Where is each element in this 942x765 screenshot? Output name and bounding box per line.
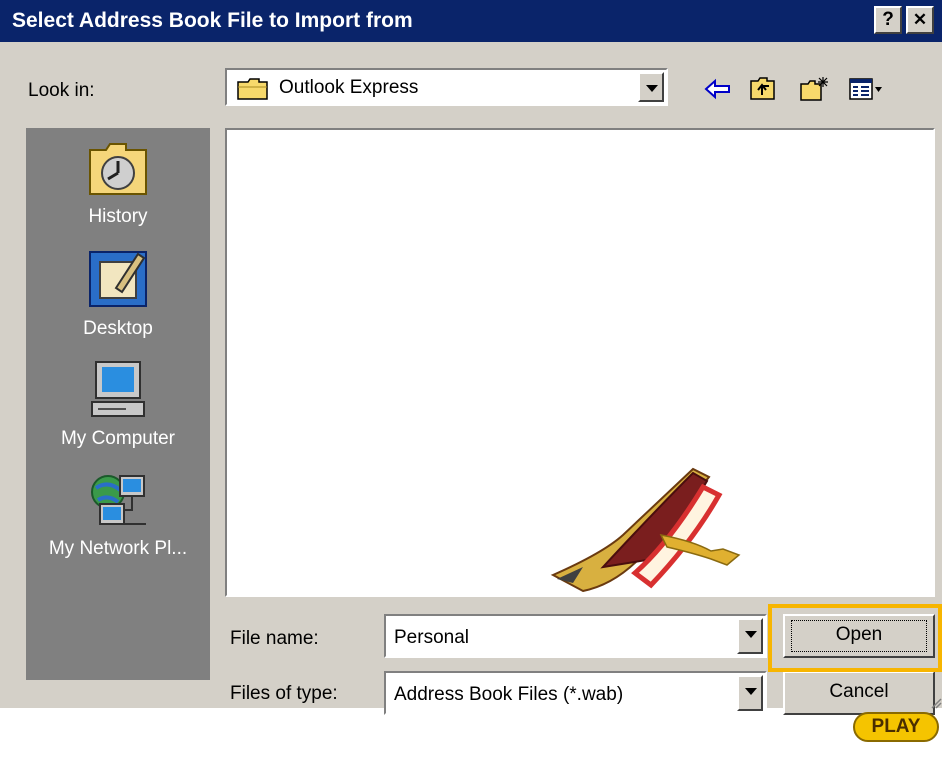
dialog-title: Select Address Book File to Import from bbox=[12, 9, 413, 32]
places-my-network[interactable]: My Network Pl... bbox=[26, 468, 210, 560]
look-in-dropdown-button[interactable] bbox=[638, 72, 664, 102]
view-menu-icon[interactable] bbox=[848, 76, 884, 107]
files-of-type-dropdown[interactable]: Address Book Files (*.wab) bbox=[384, 671, 767, 715]
places-bar: History Desktop My Computer My Network P… bbox=[26, 128, 210, 680]
file-list-area[interactable] bbox=[225, 128, 935, 597]
help-button[interactable]: ? bbox=[874, 6, 902, 34]
history-icon bbox=[26, 136, 210, 200]
close-button[interactable]: ✕ bbox=[906, 6, 934, 34]
places-my-computer[interactable]: My Computer bbox=[26, 358, 210, 450]
play-button[interactable]: PLAY bbox=[853, 712, 939, 742]
up-one-level-icon[interactable] bbox=[749, 76, 777, 107]
flying-folder-animation-icon bbox=[543, 463, 759, 604]
places-desktop-label: Desktop bbox=[83, 318, 153, 339]
back-arrow-icon[interactable] bbox=[704, 76, 732, 107]
my-computer-icon bbox=[26, 358, 210, 422]
create-new-folder-icon[interactable] bbox=[799, 76, 829, 107]
my-network-places-icon bbox=[26, 468, 210, 532]
files-of-type-dropdown-button[interactable] bbox=[737, 675, 763, 711]
look-in-dropdown[interactable]: Outlook Express bbox=[225, 68, 668, 106]
file-name-input[interactable]: Personal bbox=[384, 614, 767, 658]
file-name-value: Personal bbox=[394, 627, 469, 648]
look-in-label: Look in: bbox=[28, 80, 95, 101]
places-desktop[interactable]: Desktop bbox=[26, 248, 210, 340]
cancel-button-label: Cancel bbox=[829, 681, 889, 702]
file-name-label: File name: bbox=[230, 628, 319, 649]
file-name-dropdown-button[interactable] bbox=[737, 618, 763, 654]
resize-grip-icon[interactable] bbox=[930, 696, 942, 709]
desktop-icon bbox=[26, 248, 210, 312]
places-my-computer-label: My Computer bbox=[60, 428, 176, 449]
places-history[interactable]: History bbox=[26, 136, 210, 228]
files-of-type-label: Files of type: bbox=[230, 683, 338, 704]
title-bar[interactable]: Select Address Book File to Import from … bbox=[0, 0, 942, 42]
open-button-highlight bbox=[768, 604, 942, 672]
select-address-book-dialog: Select Address Book File to Import from … bbox=[0, 0, 942, 715]
cancel-button[interactable]: Cancel bbox=[783, 671, 935, 715]
files-of-type-value: Address Book Files (*.wab) bbox=[394, 684, 624, 705]
places-history-label: History bbox=[88, 206, 148, 227]
places-my-network-label: My Network Pl... bbox=[48, 538, 188, 559]
look-in-value: Outlook Express bbox=[279, 77, 419, 98]
folder-icon bbox=[237, 78, 269, 105]
